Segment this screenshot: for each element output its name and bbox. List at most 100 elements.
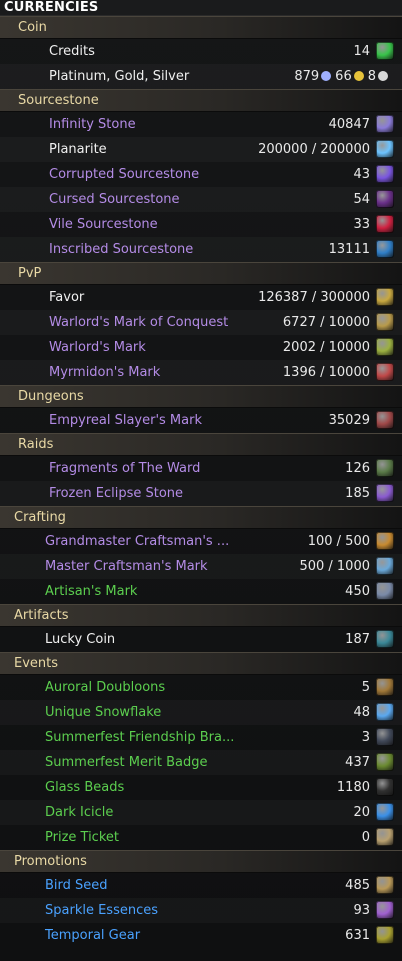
currency-label: Auroral Doubloons <box>45 680 166 695</box>
currency-label: Artisan's Mark <box>45 584 138 599</box>
slayer-mark-icon <box>376 411 394 429</box>
vile-sourcestone-icon <box>376 215 394 233</box>
merit-badge-icon <box>376 753 394 771</box>
currency-row[interactable]: Dark Icicle 20 <box>0 800 402 825</box>
currency-value: 0 <box>361 830 370 845</box>
currency-row[interactable]: Inscribed Sourcestone 13111 <box>0 237 402 262</box>
myrmidon-mark-icon <box>376 363 394 381</box>
currency-value: 14 <box>353 44 370 59</box>
currency-label: Empyreal Slayer's Mark <box>49 413 202 428</box>
section-pvp: PvP Favor 126387 / 300000 Warlord's Mark … <box>0 262 402 385</box>
section-dungeons: Dungeons Empyreal Slayer's Mark 35029 <box>0 385 402 433</box>
section-header-promotions: Promotions <box>0 850 402 873</box>
currency-row[interactable]: Grandmaster Craftsman's ... 100 / 500 <box>0 529 402 554</box>
currency-value: 40847 <box>328 117 370 132</box>
section-sourcestone: Sourcestone Infinity Stone 40847 Planarit… <box>0 89 402 262</box>
currency-row[interactable]: Frozen Eclipse Stone 185 <box>0 481 402 506</box>
doubloon-icon <box>376 678 394 696</box>
section-header-artifacts: Artifacts <box>0 604 402 627</box>
currency-label: Favor <box>49 290 85 305</box>
currency-label: Prize Ticket <box>45 830 119 845</box>
gold-amount: 66 <box>335 69 352 84</box>
grandmaster-mark-icon <box>376 532 394 550</box>
currency-row[interactable]: Planarite 200000 / 200000 <box>0 137 402 162</box>
currency-label: Summerfest Friendship Bra... <box>45 730 235 745</box>
currency-row[interactable]: Summerfest Friendship Bra... 3 <box>0 725 402 750</box>
gold-coin-icon <box>353 71 364 81</box>
currency-value: 100 / 500 <box>307 534 370 549</box>
currency-row[interactable]: Bird Seed 485 <box>0 873 402 898</box>
currency-row[interactable]: Vile Sourcestone 33 <box>0 212 402 237</box>
master-mark-icon <box>376 557 394 575</box>
currency-label: Inscribed Sourcestone <box>49 242 194 257</box>
currency-row[interactable]: Sparkle Essences 93 <box>0 898 402 923</box>
currency-row[interactable]: Infinity Stone 40847 <box>0 112 402 137</box>
currency-row[interactable]: Empyreal Slayer's Mark 35029 <box>0 408 402 433</box>
currency-label: Infinity Stone <box>49 117 136 132</box>
section-header-raids: Raids <box>0 433 402 456</box>
lucky-coin-icon <box>376 630 394 648</box>
currency-row[interactable]: Glass Beads 1180 <box>0 775 402 800</box>
currency-label: Credits <box>49 44 95 59</box>
snowflake-icon <box>376 703 394 721</box>
section-header-dungeons: Dungeons <box>0 385 402 408</box>
silver-amount: 8 <box>367 69 376 84</box>
currency-row[interactable]: Corrupted Sourcestone 43 <box>0 162 402 187</box>
currency-row[interactable]: Cursed Sourcestone 54 <box>0 187 402 212</box>
favor-icon <box>376 288 394 306</box>
glass-beads-icon <box>376 778 394 796</box>
green-gem-icon <box>376 42 394 60</box>
inscribed-sourcestone-icon <box>376 240 394 258</box>
section-artifacts: Artifacts Lucky Coin 187 <box>0 604 402 652</box>
planarite-icon <box>376 140 394 158</box>
currency-row[interactable]: Favor 126387 / 300000 <box>0 285 402 310</box>
currency-value: 485 <box>345 878 370 893</box>
platinum-coin-icon <box>321 71 332 81</box>
currency-value: 1180 <box>336 780 370 795</box>
section-raids: Raids Fragments of The Ward 126 Frozen Ec… <box>0 433 402 506</box>
currency-row-money[interactable]: Platinum, Gold, Silver 879 66 8 <box>0 64 402 89</box>
currency-row[interactable]: Unique Snowflake 48 <box>0 700 402 725</box>
section-crafting: Crafting Grandmaster Craftsman's ... 100 … <box>0 506 402 604</box>
currency-row-credits[interactable]: Credits 14 <box>0 39 402 64</box>
currency-label: Temporal Gear <box>45 928 141 943</box>
money-value: 879 66 8 <box>294 64 392 89</box>
eclipse-stone-icon <box>376 484 394 502</box>
section-coin: Coin Credits 14 Platinum, Gold, Silver 8… <box>0 16 402 89</box>
currency-row[interactable]: Auroral Doubloons 5 <box>0 675 402 700</box>
currency-row[interactable]: Fragments of The Ward 126 <box>0 456 402 481</box>
currency-row[interactable]: Master Craftsman's Mark 500 / 1000 <box>0 554 402 579</box>
currency-value: 126387 / 300000 <box>258 290 370 305</box>
currency-row[interactable]: Prize Ticket 0 <box>0 825 402 850</box>
currency-value: 1396 / 10000 <box>282 365 370 380</box>
currency-row[interactable]: Summerfest Merit Badge 437 <box>0 750 402 775</box>
currency-value: 6727 / 10000 <box>282 315 370 330</box>
friendship-bracelet-icon <box>376 728 394 746</box>
currency-label: Myrmidon's Mark <box>49 365 161 380</box>
currency-row[interactable]: Artisan's Mark 450 <box>0 579 402 604</box>
currency-value: 13111 <box>328 242 370 257</box>
section-header-crafting: Crafting <box>0 506 402 529</box>
currency-label: Planarite <box>49 142 107 157</box>
currency-value: 187 <box>345 632 370 647</box>
currency-row[interactable]: Temporal Gear 631 <box>0 923 402 948</box>
currency-value: 48 <box>353 705 370 720</box>
currency-row[interactable]: Warlord's Mark 2002 / 10000 <box>0 335 402 360</box>
currency-row[interactable]: Lucky Coin 187 <box>0 627 402 652</box>
section-header-coin: Coin <box>0 16 402 39</box>
section-header-events: Events <box>0 652 402 675</box>
currency-label: Cursed Sourcestone <box>49 192 180 207</box>
ward-fragment-icon <box>376 459 394 477</box>
currency-value: 3 <box>361 730 370 745</box>
corrupted-sourcestone-icon <box>376 165 394 183</box>
infinity-stone-icon <box>376 115 394 133</box>
currency-row[interactable]: Myrmidon's Mark 1396 / 10000 <box>0 360 402 385</box>
currency-label: Sparkle Essences <box>45 903 159 918</box>
currency-row[interactable]: Warlord's Mark of Conquest 6727 / 10000 <box>0 310 402 335</box>
currency-label: Warlord's Mark <box>49 340 146 355</box>
currency-value: 5 <box>361 680 370 695</box>
currency-value: 185 <box>345 486 370 501</box>
currency-value: 20 <box>353 805 370 820</box>
currency-value: 500 / 1000 <box>299 559 370 574</box>
currency-value: 33 <box>353 217 370 232</box>
